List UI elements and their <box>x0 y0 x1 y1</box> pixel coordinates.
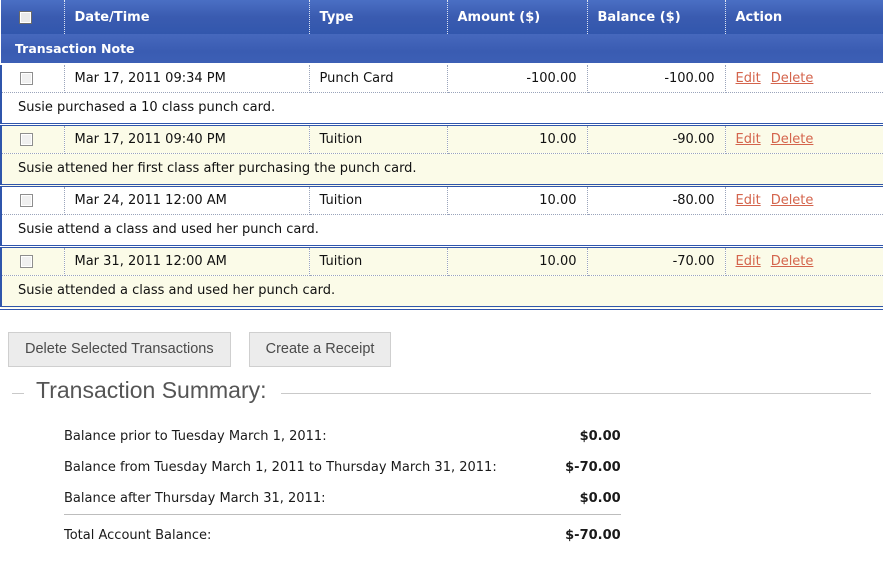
transaction-group: Mar 24, 2011 12:00 AM Tuition 10.00 -80.… <box>0 185 883 247</box>
table-note-row: Susie purchased a 10 class punch card. <box>0 92 883 125</box>
table-actions-toolbar: Delete Selected Transactions Create a Re… <box>8 332 883 367</box>
column-header-select-all <box>1 0 65 34</box>
total-account-balance-label: Total Account Balance: <box>64 513 511 551</box>
cell-amount: 10.00 <box>447 185 588 215</box>
cell-action: Edit Delete <box>725 124 883 154</box>
cell-action: Edit Delete <box>725 64 883 93</box>
table-row[interactable]: Mar 24, 2011 12:00 AM Tuition 10.00 -80.… <box>1 185 883 215</box>
table-header-row: Date/Time Type Amount ($) Balance ($) Ac… <box>1 0 883 34</box>
cell-note: Susie attended a class and used her punc… <box>0 275 883 308</box>
cell-type: Tuition <box>309 185 448 215</box>
row-select-cell <box>1 64 65 93</box>
transaction-group: Mar 31, 2011 12:00 AM Tuition 10.00 -70.… <box>0 246 883 308</box>
transaction-note-header-label: Transaction Note <box>1 34 883 65</box>
cell-note: Susie purchased a 10 class punch card. <box>0 92 883 125</box>
cell-balance: -100.00 <box>587 64 726 93</box>
cell-action: Edit Delete <box>725 246 883 276</box>
cell-type: Punch Card <box>309 64 448 93</box>
summary-row-balance-prior: Balance prior to Tuesday March 1, 2011: … <box>64 421 621 452</box>
table-note-row: Susie attened her first class after purc… <box>0 153 883 186</box>
summary-row-total: Total Account Balance: $-70.00 <box>64 513 621 551</box>
select-all-checkbox[interactable] <box>19 10 32 24</box>
cell-date: Mar 24, 2011 12:00 AM <box>64 185 310 215</box>
column-header-date[interactable]: Date/Time <box>64 0 310 34</box>
table-row[interactable]: Mar 31, 2011 12:00 AM Tuition 10.00 -70.… <box>1 246 883 276</box>
cell-amount: 10.00 <box>447 246 588 276</box>
cell-balance: -80.00 <box>587 185 726 215</box>
cell-note: Susie attened her first class after purc… <box>0 153 883 186</box>
transaction-group: Mar 17, 2011 09:34 PM Punch Card -100.00… <box>0 64 883 125</box>
delete-link[interactable]: Delete <box>771 132 814 147</box>
edit-link[interactable]: Edit <box>736 132 761 147</box>
summary-row-balance-range: Balance from Tuesday March 1, 2011 to Th… <box>64 452 621 483</box>
transaction-summary-title: Transaction Summary: <box>24 376 281 404</box>
column-header-action: Action <box>725 0 883 34</box>
summary-row-balance-after: Balance after Thursday March 31, 2011: $… <box>64 483 621 515</box>
total-account-balance-value: $-70.00 <box>510 513 621 551</box>
cell-balance: -90.00 <box>587 124 726 154</box>
cell-date: Mar 31, 2011 12:00 AM <box>64 246 310 276</box>
summary-label: Balance after Thursday March 31, 2011: <box>64 490 326 506</box>
summary-label: Balance from Tuesday March 1, 2011 to Th… <box>64 459 497 475</box>
delete-link[interactable]: Delete <box>771 254 814 269</box>
column-header-amount[interactable]: Amount ($) <box>447 0 588 34</box>
delete-link[interactable]: Delete <box>771 193 814 208</box>
transaction-summary-table: Balance prior to Tuesday March 1, 2011: … <box>64 421 621 551</box>
summary-value: $-70.00 <box>565 459 621 475</box>
cell-type: Tuition <box>309 246 448 276</box>
cell-action: Edit Delete <box>725 185 883 215</box>
transaction-summary-section: Transaction Summary: Balance prior to Tu… <box>12 376 871 551</box>
create-a-receipt-button[interactable]: Create a Receipt <box>248 332 392 367</box>
row-checkbox[interactable] <box>20 194 33 207</box>
table-row[interactable]: Mar 17, 2011 09:40 PM Tuition 10.00 -90.… <box>1 124 883 154</box>
column-header-type[interactable]: Type <box>309 0 448 34</box>
summary-label: Balance prior to Tuesday March 1, 2011: <box>64 428 327 444</box>
cell-note: Susie attend a class and used her punch … <box>0 214 883 247</box>
cell-amount: 10.00 <box>447 124 588 154</box>
row-select-cell <box>1 246 65 276</box>
row-select-cell <box>1 124 65 154</box>
edit-link[interactable]: Edit <box>736 254 761 269</box>
table-note-row: Susie attend a class and used her punch … <box>0 214 883 247</box>
cell-date: Mar 17, 2011 09:34 PM <box>64 64 310 93</box>
table-row[interactable]: Mar 17, 2011 09:34 PM Punch Card -100.00… <box>1 64 883 93</box>
row-select-cell <box>1 185 65 215</box>
row-checkbox[interactable] <box>20 72 33 85</box>
table-header: Date/Time Type Amount ($) Balance ($) Ac… <box>1 0 883 65</box>
transactions-table: Date/Time Type Amount ($) Balance ($) Ac… <box>0 0 883 310</box>
transaction-note-header-row: Transaction Note <box>1 34 883 65</box>
cell-type: Tuition <box>309 124 448 154</box>
summary-value: $0.00 <box>579 490 621 506</box>
delete-selected-transactions-button[interactable]: Delete Selected Transactions <box>8 332 231 367</box>
transaction-group: Mar 17, 2011 09:40 PM Tuition 10.00 -90.… <box>0 124 883 186</box>
column-header-balance[interactable]: Balance ($) <box>587 0 726 34</box>
table-note-row: Susie attended a class and used her punc… <box>0 275 883 308</box>
summary-value: $0.00 <box>579 428 621 444</box>
edit-link[interactable]: Edit <box>736 193 761 208</box>
delete-link[interactable]: Delete <box>771 71 814 86</box>
cell-balance: -70.00 <box>587 246 726 276</box>
row-checkbox[interactable] <box>20 133 33 146</box>
edit-link[interactable]: Edit <box>736 71 761 86</box>
cell-date: Mar 17, 2011 09:40 PM <box>64 124 310 154</box>
row-checkbox[interactable] <box>20 255 33 268</box>
cell-amount: -100.00 <box>447 64 588 93</box>
